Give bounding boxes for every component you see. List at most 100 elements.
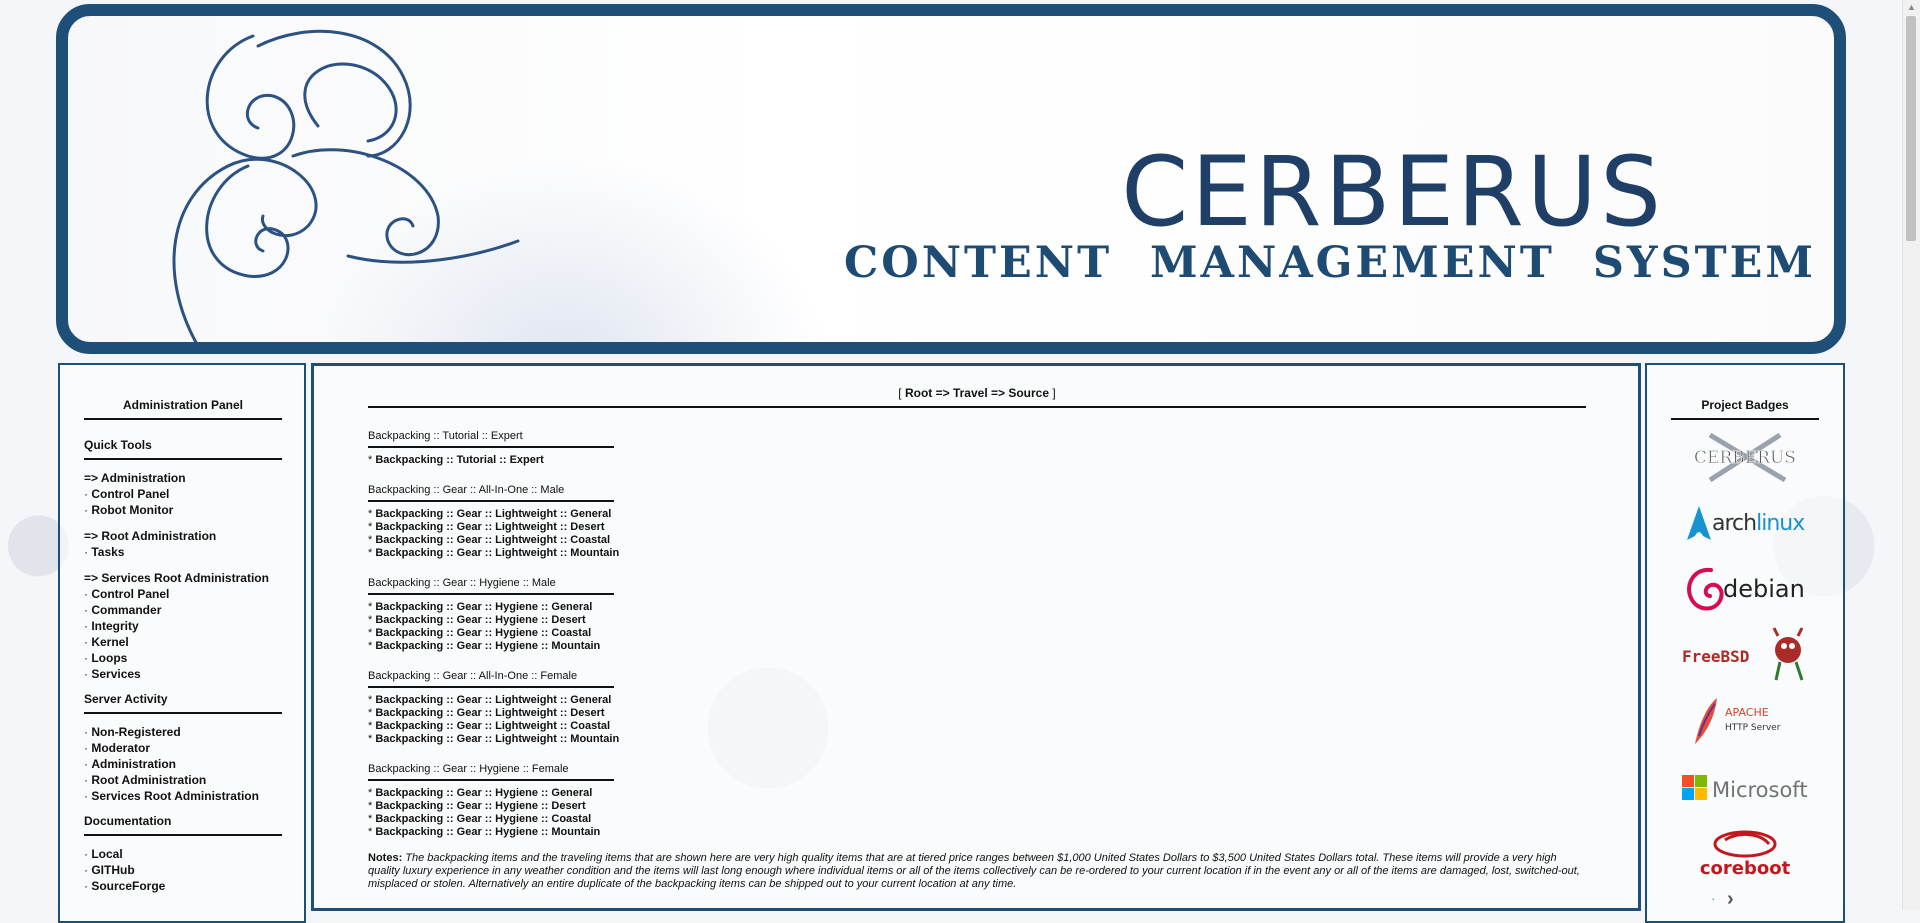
link-robot-monitor[interactable]: · Robot Monitor — [84, 502, 282, 518]
svg-text:coreboot: coreboot — [1700, 858, 1791, 879]
link-services-control-panel[interactable]: · Control Panel — [84, 586, 282, 602]
main-content: [ Root => Travel => Source ] Backpacking… — [311, 363, 1641, 911]
link-label: Root Administration — [91, 773, 207, 787]
list-item[interactable]: * Backpacking :: Gear :: Hygiene :: Moun… — [368, 640, 1586, 653]
list-item[interactable]: * Backpacking :: Gear :: Lightweight :: … — [368, 508, 1586, 521]
link-label: Integrity — [91, 619, 139, 633]
list-item[interactable]: * Backpacking :: Gear :: Hygiene :: Coas… — [368, 627, 1586, 640]
section-all-in-one-female: Backpacking :: Gear :: All-In-One :: Fem… — [368, 666, 1586, 746]
section-all-in-one-male: Backpacking :: Gear :: All-In-One :: Mal… — [368, 480, 1586, 560]
group-title-services-root-administration[interactable]: => Services Root Administration — [84, 570, 282, 586]
link-commander[interactable]: · Commander — [84, 602, 282, 618]
link-label: Control Panel — [91, 587, 170, 601]
link-services[interactable]: · Services — [84, 666, 282, 682]
link-tasks[interactable]: · Tasks — [84, 544, 282, 560]
link-label: Moderator — [91, 741, 151, 755]
section-heading: Backpacking :: Gear :: Hygiene :: Female — [368, 763, 614, 781]
debian-badge[interactable]: debian — [1671, 562, 1819, 616]
link-label: Loops — [91, 651, 128, 665]
list-item[interactable]: * Backpacking :: Gear :: Lightweight :: … — [368, 521, 1586, 534]
link-sourceforge[interactable]: · SourceForge — [84, 878, 282, 894]
section-hygiene-male: Backpacking :: Gear :: Hygiene :: Male *… — [368, 573, 1586, 653]
list-item[interactable]: * Backpacking :: Gear :: Lightweight :: … — [368, 547, 1586, 560]
scroll-up-arrow-icon[interactable]: ▲ — [1907, 2, 1916, 12]
archlinux-logo-icon: archlinux — [1687, 506, 1805, 540]
section-heading: Backpacking :: Tutorial :: Expert — [368, 430, 614, 448]
group-title-administration[interactable]: => Administration — [84, 470, 282, 486]
admin-panel-heading: Administration Panel — [84, 398, 282, 420]
documentation-heading: Documentation — [84, 814, 282, 836]
scrollbar-thumb[interactable] — [1906, 16, 1916, 241]
link-moderator[interactable]: · Moderator — [84, 740, 282, 756]
list-item[interactable]: * Backpacking :: Gear :: Lightweight :: … — [368, 534, 1586, 547]
cerberus-badge[interactable]: CERBERUS — [1671, 430, 1819, 484]
link-label: Administration — [91, 757, 177, 771]
svg-text:CERBERUS: CERBERUS — [1694, 448, 1796, 468]
list-item[interactable]: * Backpacking :: Gear :: Hygiene :: Coas… — [368, 813, 1586, 826]
list-item[interactable]: * Backpacking :: Gear :: Hygiene :: Dese… — [368, 614, 1586, 627]
partial-badge-icon: · › — [1711, 888, 1734, 910]
link-label: GITHub — [91, 863, 135, 877]
link-local[interactable]: · Local — [84, 846, 282, 862]
list-item[interactable]: * Backpacking :: Gear :: Lightweight :: … — [368, 733, 1586, 746]
link-label: Services Root Administration — [91, 789, 259, 803]
link-loops[interactable]: · Loops — [84, 650, 282, 666]
list-item[interactable]: * Backpacking :: Gear :: Lightweight :: … — [368, 707, 1586, 720]
svg-text:debian: debian — [1723, 575, 1805, 603]
link-label: Tasks — [91, 545, 125, 559]
link-label: Robot Monitor — [91, 503, 174, 517]
link-non-registered[interactable]: · Non-Registered — [84, 724, 282, 740]
notes-text: The backpacking items and the traveling … — [368, 852, 1580, 890]
link-label: Services — [91, 667, 141, 681]
breadcrumb: [ Root => Travel => Source ] — [368, 386, 1586, 408]
link-services-root-administration[interactable]: · Services Root Administration — [84, 788, 282, 804]
svg-text:APACHE: APACHE — [1725, 706, 1769, 719]
quick-tools-heading: Quick Tools — [84, 438, 282, 460]
project-badges-heading: Project Badges — [1671, 398, 1819, 420]
svg-text:HTTP Server: HTTP Server — [1725, 723, 1781, 733]
coreboot-logo-icon: coreboot — [1700, 830, 1791, 879]
vertical-scrollbar[interactable]: ▲ — [1902, 0, 1920, 910]
section-heading: Backpacking :: Gear :: All-In-One :: Fem… — [368, 670, 614, 688]
triskelion-swirl-icon — [172, 29, 520, 342]
freebsd-badge[interactable]: FreeBSD — [1671, 627, 1819, 682]
list-item[interactable]: * Backpacking :: Gear :: Hygiene :: Gene… — [368, 787, 1586, 800]
apache-badge[interactable]: APACHE HTTP Server — [1671, 694, 1819, 748]
debian-logo-icon: debian — [1686, 567, 1805, 611]
microsoft-badge[interactable]: Microsoft — [1671, 760, 1819, 814]
link-label: Kernel — [91, 635, 129, 649]
admin-sidebar: Administration Panel Quick Tools => Admi… — [58, 363, 306, 923]
section-heading: Backpacking :: Gear :: All-In-One :: Mal… — [368, 484, 614, 502]
freebsd-logo-icon: FreeBSD — [1682, 627, 1804, 681]
banner-title: CERBERUS — [1121, 136, 1664, 248]
list-item[interactable]: * Backpacking :: Gear :: Lightweight :: … — [368, 694, 1586, 707]
site-banner: CERBERUS CONTENT MANAGEMENT SYSTEM — [56, 4, 1846, 354]
microsoft-logo-icon: Microsoft — [1682, 775, 1808, 802]
svg-text:archlinux: archlinux — [1712, 511, 1805, 536]
coreboot-badge[interactable]: coreboot — [1671, 826, 1819, 880]
list-item[interactable]: * Backpacking :: Tutorial :: Expert — [368, 454, 1586, 467]
link-github[interactable]: · GITHub — [84, 862, 282, 878]
link-label: Non-Registered — [91, 725, 181, 739]
link-label: Control Panel — [91, 487, 170, 501]
section-tutorial-expert: Backpacking :: Tutorial :: Expert * Back… — [368, 426, 1586, 467]
link-root-administration[interactable]: · Root Administration — [84, 772, 282, 788]
link-administration[interactable]: · Administration — [84, 756, 282, 772]
notes-label: Notes — [368, 852, 399, 864]
archlinux-badge[interactable]: archlinux — [1671, 496, 1819, 550]
breadcrumb-path[interactable]: Root => Travel => Source — [905, 386, 1049, 400]
section-heading: Backpacking :: Gear :: Hygiene :: Male — [368, 577, 614, 595]
cerberus-logo-icon: CERBERUS — [1694, 432, 1796, 483]
list-item[interactable]: * Backpacking :: Gear :: Hygiene :: Gene… — [368, 601, 1586, 614]
section-hygiene-female: Backpacking :: Gear :: Hygiene :: Female… — [368, 759, 1586, 839]
link-integrity[interactable]: · Integrity — [84, 618, 282, 634]
list-item[interactable]: * Backpacking :: Gear :: Lightweight :: … — [368, 720, 1586, 733]
quick-tools-group: => Administration · Control Panel · Robo… — [84, 470, 282, 682]
list-item[interactable]: * Backpacking :: Gear :: Hygiene :: Moun… — [368, 826, 1586, 839]
link-control-panel[interactable]: · Control Panel — [84, 486, 282, 502]
link-kernel[interactable]: · Kernel — [84, 634, 282, 650]
notes-paragraph: Notes: The backpacking items and the tra… — [368, 852, 1580, 890]
group-title-root-administration[interactable]: => Root Administration — [84, 528, 282, 544]
list-item[interactable]: * Backpacking :: Gear :: Hygiene :: Dese… — [368, 800, 1586, 813]
svg-text:Microsoft: Microsoft — [1712, 778, 1808, 802]
